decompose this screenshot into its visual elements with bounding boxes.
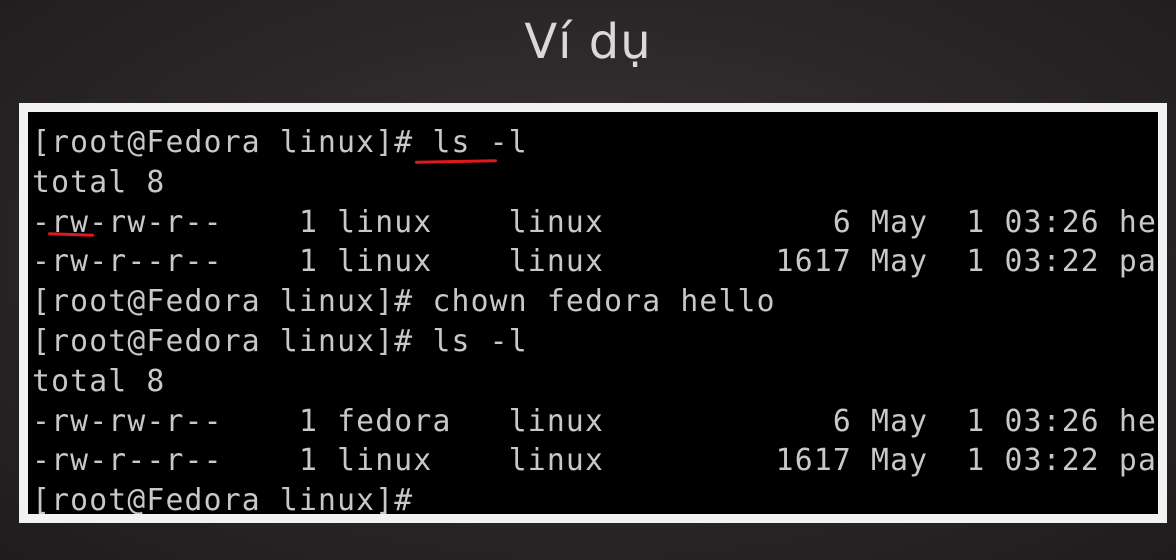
slide-title: Ví dụ <box>524 14 652 70</box>
terminal-line-prompt-empty: [root@Fedora linux]# <box>32 483 414 514</box>
terminal-screenshot-frame: [root@Fedora linux]# ls -l total 8 -rw-r… <box>19 103 1167 523</box>
terminal-line-file-hello: -rw-rw-r-- 1 fedora linux 6 May 1 03:26 … <box>32 403 1158 439</box>
terminal-line-prompt-ls: [root@Fedora linux]# ls -l <box>32 323 528 359</box>
terminal-line-prompt-chown: [root@Fedora linux]# chown fedora hello <box>32 284 776 320</box>
terminal-line-prompt-ls: [root@Fedora linux]# ls -l <box>32 125 528 160</box>
terminal-line-total: total 8 <box>32 363 166 399</box>
terminal-line-file-passwd: -rw-r--r-- 1 linux linux 1617 May 1 03:2… <box>32 443 1158 479</box>
terminal-line-file-hello: -rw-rw-r-- 1 linux linux 6 May 1 03:26 h… <box>32 204 1158 240</box>
terminal-window: [root@Fedora linux]# ls -l total 8 -rw-r… <box>28 112 1158 514</box>
terminal-line-file-passwd: -rw-r--r-- 1 linux linux 1617 May 1 03:2… <box>32 244 1158 280</box>
terminal-line-total: total 8 <box>32 164 166 200</box>
